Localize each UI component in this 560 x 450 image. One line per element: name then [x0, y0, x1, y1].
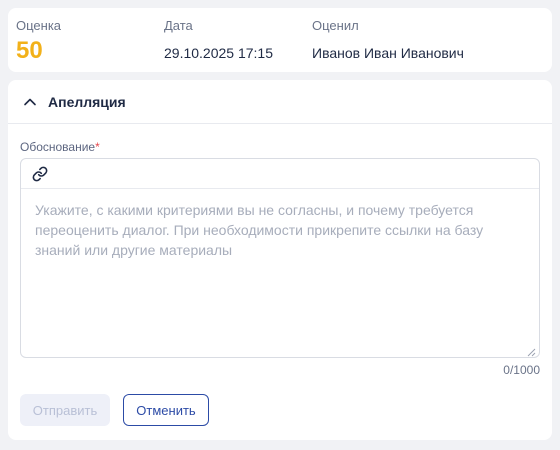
character-counter: 0/1000 — [503, 363, 540, 377]
justification-textarea[interactable] — [21, 190, 539, 356]
date-value: 29.10.2025 17:15 — [164, 45, 273, 61]
date-column: Дата 29.10.2025 17:15 — [164, 18, 273, 62]
editor-toolbar — [21, 159, 539, 189]
rater-value: Иванов Иван Иванович — [312, 45, 464, 61]
required-mark: * — [95, 140, 100, 154]
score-value: 50 — [16, 37, 43, 64]
send-button[interactable]: Отправить — [20, 394, 110, 426]
cancel-button[interactable]: Отменить — [123, 394, 209, 426]
link-icon[interactable] — [31, 165, 49, 183]
resize-handle-icon[interactable] — [526, 344, 536, 357]
chevron-up-icon[interactable] — [20, 92, 40, 112]
score-column: Оценка 50 — [16, 18, 61, 65]
appeal-section-toggle[interactable]: Апелляция — [8, 80, 552, 124]
score-label: Оценка — [16, 18, 62, 33]
rating-summary-card: Оценка 50 Дата 29.10.2025 17:15 Оценил И… — [8, 8, 552, 72]
rater-column: Оценил Иванов Иван Иванович — [312, 18, 464, 62]
justification-label: Обоснование* — [20, 140, 100, 154]
appeal-section-title: Апелляция — [48, 93, 126, 110]
justification-label-text: Обоснование — [20, 140, 96, 154]
justification-editor — [20, 158, 540, 358]
date-label: Дата — [164, 18, 193, 33]
appeal-card: Апелляция Обоснование* 0/1000 Отправить … — [8, 80, 552, 440]
rater-label: Оценил — [312, 18, 359, 33]
